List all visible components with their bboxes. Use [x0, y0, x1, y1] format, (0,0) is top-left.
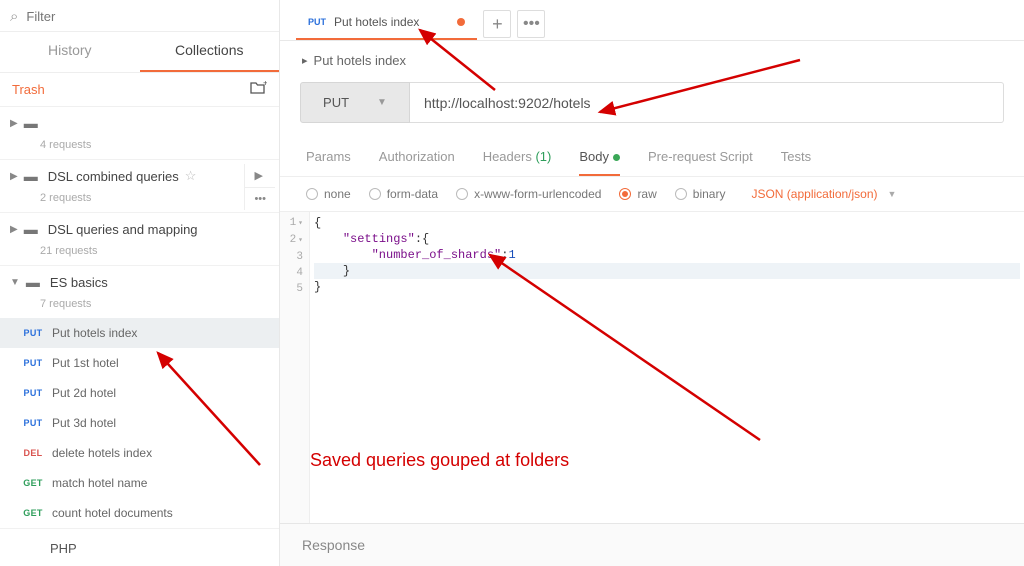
caret-down-icon: ▼ — [10, 277, 20, 288]
request-item[interactable]: PUT Put 3d hotel — [0, 408, 279, 438]
request-name: count hotel documents — [52, 506, 173, 520]
folder-icon: ▬ — [24, 115, 38, 131]
method-dropdown[interactable]: PUT ▼ — [300, 82, 410, 123]
svg-text:+: + — [263, 81, 267, 88]
radio-xwww[interactable]: x-www-form-urlencoded — [456, 187, 601, 201]
body-dot-icon — [613, 154, 620, 161]
radio-none[interactable]: none — [306, 187, 351, 201]
expand-icon[interactable]: ▶ — [245, 164, 275, 187]
method-value: PUT — [323, 95, 349, 110]
star-icon[interactable]: ☆ — [185, 168, 197, 184]
request-name: delete hotels index — [52, 446, 152, 460]
content-type-dropdown[interactable]: JSON (application/json) ▼ — [751, 187, 896, 201]
code-area[interactable]: { "settings":{ "number_of_shards":1 } } — [310, 212, 1024, 523]
method-badge: PUT — [20, 388, 46, 398]
request-item[interactable]: DEL delete hotels index — [0, 438, 279, 468]
request-item[interactable]: GET count hotel documents — [0, 498, 279, 528]
radio-raw[interactable]: raw — [619, 187, 656, 201]
request-name: Put 2d hotel — [52, 386, 116, 400]
unsaved-dot-icon — [457, 18, 465, 26]
caret-right-icon: ▶ — [10, 224, 18, 235]
request-name: Put 3d hotel — [52, 416, 116, 430]
method-badge: PUT — [20, 358, 46, 368]
method-badge: GET — [20, 478, 46, 488]
tab-prerequest[interactable]: Pre-request Script — [648, 149, 753, 176]
response-panel[interactable]: Response — [280, 523, 1024, 566]
tab-method: PUT — [308, 17, 326, 27]
request-tab[interactable]: PUT Put hotels index — [296, 8, 477, 40]
method-badge: GET — [20, 508, 46, 518]
folders: ▶ ▬ 4 requests ▶ ▬ DSL combined queries … — [0, 107, 279, 566]
url-input[interactable] — [410, 82, 1004, 123]
caret-right-icon[interactable]: ▸ — [302, 54, 308, 67]
tab-body[interactable]: Body — [579, 149, 620, 176]
method-badge: PUT — [20, 418, 46, 428]
request-name: match hotel name — [52, 476, 147, 490]
folder-icon: ▬ — [24, 168, 38, 184]
folder-name: DSL queries and mapping — [48, 222, 198, 237]
radio-form-data[interactable]: form-data — [369, 187, 438, 201]
folder-sub: 4 requests — [0, 139, 279, 159]
folder-icon: ▬ — [24, 221, 38, 237]
folder-icon: ▬ — [26, 274, 40, 290]
chevron-down-icon: ▼ — [377, 97, 387, 108]
request-name: Put hotels index — [52, 326, 137, 340]
caret-right-icon: ▶ — [10, 171, 18, 182]
search-icon: ⌕ — [10, 8, 18, 25]
request-item[interactable]: PUT Put 1st hotel — [0, 348, 279, 378]
tab-params[interactable]: Params — [306, 149, 351, 176]
request-item[interactable]: PUT Put 2d hotel — [0, 378, 279, 408]
gutter: 1▾2▾345 — [280, 212, 310, 523]
tab-headers[interactable]: Headers (1) — [483, 149, 552, 176]
trash-link[interactable]: Trash — [12, 82, 45, 97]
folder-php[interactable]: PHP — [0, 529, 279, 566]
request-item[interactable]: PUT Put hotels index — [0, 318, 279, 348]
filter-input[interactable] — [26, 9, 269, 24]
caret-right-icon: ▶ — [10, 118, 18, 129]
request-name: Put 1st hotel — [52, 356, 119, 370]
breadcrumb: Put hotels index — [314, 53, 407, 68]
annotation-text: Saved queries gouped at folders — [310, 450, 569, 471]
new-tab-button[interactable]: + — [483, 10, 511, 38]
tab-tests[interactable]: Tests — [781, 149, 811, 176]
tab-name: Put hotels index — [334, 15, 419, 29]
request-item[interactable]: GET match hotel name — [0, 468, 279, 498]
tab-history[interactable]: History — [0, 32, 140, 72]
body-editor[interactable]: 1▾2▾345 { "settings":{ "number_of_shards… — [280, 212, 1024, 523]
more-tabs-button[interactable]: ••• — [517, 10, 545, 38]
folder-sub: 7 requests — [0, 298, 279, 318]
radio-binary[interactable]: binary — [675, 187, 726, 201]
folder-header[interactable]: ▶ ▬ DSL combined queries ☆ — [0, 160, 279, 192]
folder-sub: 21 requests — [0, 245, 279, 265]
new-collection-icon[interactable]: + — [250, 81, 267, 98]
folder-name: ES basics — [50, 275, 108, 290]
folder-header[interactable]: ▶ ▬ DSL queries and mapping — [0, 213, 279, 245]
folder-header[interactable]: ▼ ▬ ES basics — [0, 266, 279, 298]
folder-sub: 2 requests — [0, 192, 279, 212]
tab-authorization[interactable]: Authorization — [379, 149, 455, 176]
tab-collections[interactable]: Collections — [140, 32, 280, 72]
method-badge: PUT — [20, 328, 46, 338]
more-icon[interactable]: ••• — [245, 187, 275, 210]
chevron-down-icon: ▼ — [888, 189, 897, 199]
method-badge: DEL — [20, 448, 46, 458]
folder-name: DSL combined queries — [48, 169, 179, 184]
folder-header[interactable]: ▶ ▬ — [0, 107, 279, 139]
